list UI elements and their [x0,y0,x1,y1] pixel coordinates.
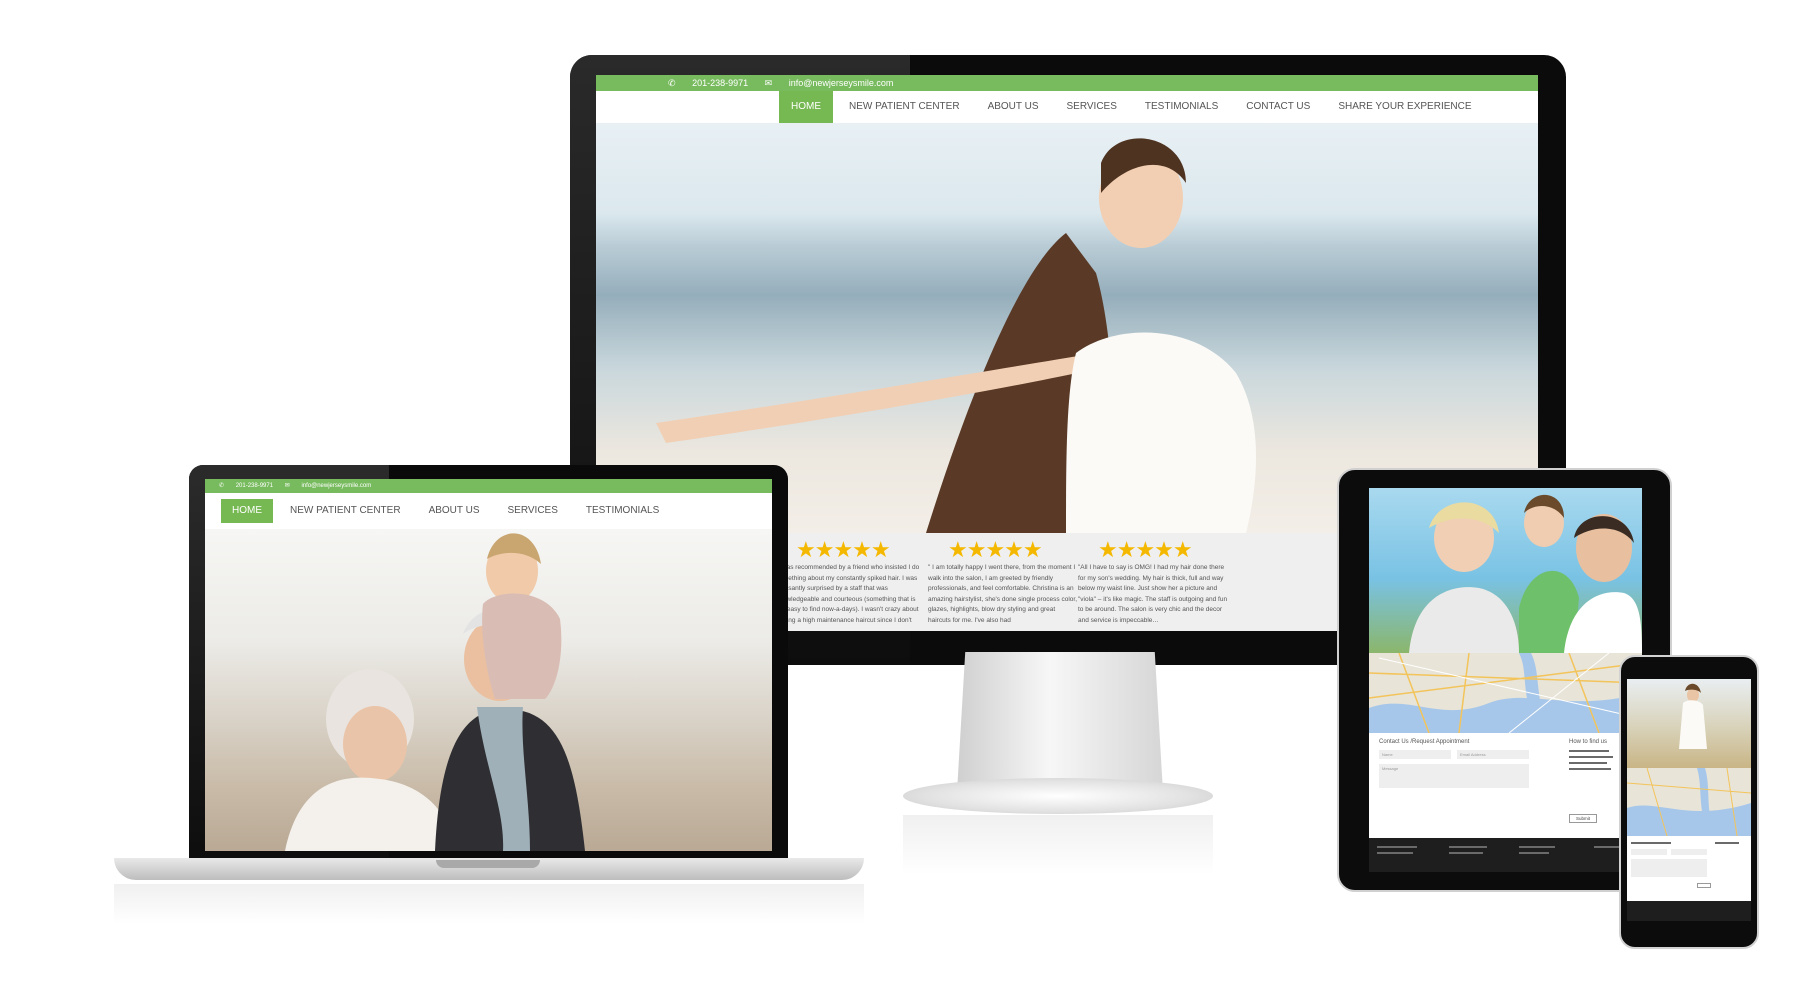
laptop-reflection [114,884,864,924]
family-photo-illustration [1409,494,1642,653]
phone-find-us-title [1715,842,1739,844]
nav-new-patient-center[interactable]: NEW PATIENT CENTER [837,91,972,123]
nav-new-patient-center[interactable]: NEW PATIENT CENTER [279,499,412,523]
map-illustration [1369,653,1642,733]
name-field[interactable]: Name [1379,750,1451,759]
footer-text [1449,846,1487,848]
find-us-text [1569,756,1613,758]
phone-form-title [1631,842,1671,844]
tablet-footer [1369,838,1642,872]
testimonial-card: ★★★★★ "I was recommended by a friend who… [776,539,926,627]
footer-text [1377,852,1413,854]
monitor-reflection [903,815,1213,875]
nav-contact-us[interactable]: CONTACT US [1234,91,1322,123]
family-illustration [285,533,585,851]
laptop-screen: ✆ 201-238-9971 ✉ info@newjerseysmile.com… [205,479,772,851]
phone-icon: ✆ [219,483,225,489]
testimonial-card: ★★★★★ "All I have to say is OMG! I had m… [1078,539,1228,627]
map[interactable] [1369,653,1642,733]
smartphone [1619,655,1759,949]
nav-testimonials[interactable]: TESTIMONIALS [575,499,670,523]
star-icon: ★★★★★ [796,537,891,562]
testimonial-text: "I was recommended by a friend who insis… [776,564,920,624]
footer-text [1377,846,1417,848]
hero-image-woman-field [1627,679,1751,768]
envelope-icon: ✉ [764,78,773,88]
laptop-phone[interactable]: 201-238-9971 [236,479,273,493]
monitor-stand-neck [957,652,1163,792]
hero-image-family-beach [205,529,772,851]
submit-button[interactable]: Submit [1569,814,1597,823]
nav-home[interactable]: HOME [221,499,273,523]
contact-form-title: Contact Us /Request Appointment [1379,739,1470,745]
phone-screen [1627,679,1751,921]
phone-email-field[interactable] [1671,849,1707,855]
nav-testimonials[interactable]: TESTIMONIALS [1133,91,1230,123]
monitor-stand-base [903,778,1213,814]
phone-hero-illustration [1679,683,1707,749]
star-icon: ★★★★★ [948,537,1043,562]
footer-text [1519,852,1549,854]
nav-about-us[interactable]: ABOUT US [418,499,491,523]
monitor-email[interactable]: info@newjerseysmile.com [789,75,894,91]
nav-about-us[interactable]: ABOUT US [976,91,1051,123]
tablet-screen: Contact Us /Request Appointment How to f… [1369,488,1642,872]
laptop-contact-bar: ✆ 201-238-9971 ✉ info@newjerseysmile.com [205,479,772,493]
phone-map-illustration [1627,768,1751,836]
testimonial-text: " I am totally happy I went there, from … [928,564,1078,624]
nav-services[interactable]: SERVICES [1055,91,1129,123]
email-field[interactable]: Email Address [1457,750,1529,759]
footer-text [1449,852,1483,854]
nav-services[interactable]: SERVICES [497,499,569,523]
phone-footer [1627,901,1751,921]
find-us-text [1569,750,1609,752]
nav-home[interactable]: HOME [779,91,833,123]
testimonial-text: "All I have to say is OMG! I had my hair… [1078,564,1228,624]
envelope-icon: ✉ [284,483,290,489]
monitor-main-nav: HOME NEW PATIENT CENTER ABOUT US SERVICES TE… [596,91,1538,123]
find-us-title: How to find us [1569,739,1608,745]
laptop: ✆ 201-238-9971 ✉ info@newjerseysmile.com… [189,465,788,865]
star-icon: ★★★★★ [1098,537,1193,562]
monitor-contact-bar: ✆ 201-238-9971 ✉ info@newjerseysmile.com [596,75,1538,91]
phone-icon: ✆ [668,78,676,88]
family-photo [1369,488,1642,653]
monitor-phone[interactable]: 201-238-9971 [692,75,748,91]
testimonial-card: ★★★★★ " I am totally happy I went there,… [928,539,1078,627]
nav-share-your-experience[interactable]: SHARE YOUR EXPERIENCE [1326,91,1483,123]
find-us-text [1569,768,1611,770]
phone-submit-button[interactable] [1697,883,1711,888]
map[interactable] [1627,768,1751,836]
message-field[interactable]: Message [1379,764,1529,788]
phone-name-field[interactable] [1631,849,1667,855]
phone-message-field[interactable] [1631,859,1707,877]
find-us-text [1569,762,1607,764]
laptop-opening-notch [436,860,540,868]
footer-text [1519,846,1555,848]
laptop-email[interactable]: info@newjerseysmile.com [301,479,371,493]
